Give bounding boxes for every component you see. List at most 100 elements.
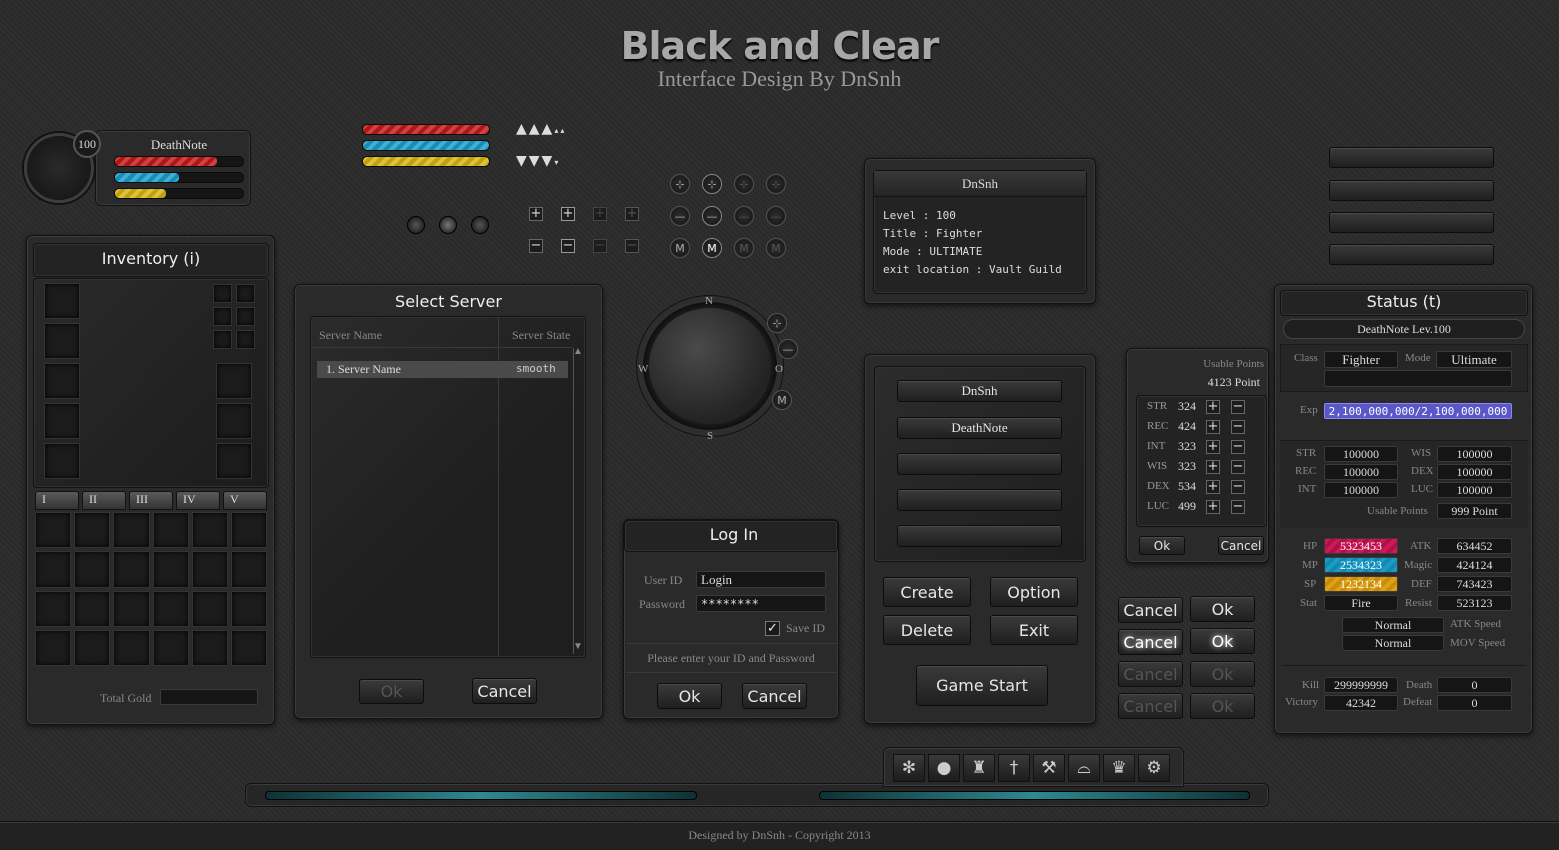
login-ok-button[interactable]: Ok [657, 683, 722, 709]
ok-button-pressed[interactable]: Ok [1190, 693, 1255, 719]
zoom-out-icon[interactable]: — [702, 206, 722, 226]
game-start-button[interactable]: Game Start [916, 665, 1048, 706]
server-ok-button[interactable]: Ok [359, 679, 424, 704]
option-button[interactable]: Option [990, 577, 1078, 607]
inventory-tab-1[interactable]: I [35, 491, 79, 510]
delete-button[interactable]: Delete [883, 615, 971, 645]
equip-slot-shield[interactable] [216, 403, 252, 439]
stat-minus-button[interactable]: − [1231, 440, 1245, 454]
bag-slot[interactable] [74, 590, 111, 627]
sword-icon[interactable]: † [998, 754, 1030, 782]
hammer-icon[interactable]: ⚒ [1033, 754, 1065, 782]
bag-slot[interactable] [35, 629, 72, 666]
stat-minus-button[interactable]: − [1231, 500, 1245, 514]
bag-slot[interactable] [191, 551, 228, 588]
stat-minus-button[interactable]: − [1231, 420, 1245, 434]
equip-slot-weapon[interactable] [216, 363, 252, 399]
empty-bar-3[interactable] [1329, 212, 1494, 233]
password-input[interactable]: ******** [696, 595, 826, 612]
minus-button-2[interactable]: − [561, 239, 575, 253]
minus-button-4[interactable]: − [625, 239, 639, 253]
equip-slot-acc4[interactable] [236, 330, 255, 349]
minus-button-3[interactable]: − [593, 239, 607, 253]
bag-slot[interactable] [113, 551, 150, 588]
bag-slot[interactable] [74, 551, 111, 588]
gear-icon[interactable]: ⚙ [1138, 754, 1170, 782]
arrow-up-icons[interactable]: ▲▲▲▴▴ [516, 121, 566, 137]
bag-slot[interactable] [191, 590, 228, 627]
bag-slot[interactable] [113, 590, 150, 627]
knob-2[interactable] [439, 216, 457, 234]
server-scrollbar[interactable] [573, 348, 581, 654]
stat-plus-button[interactable]: + [1206, 480, 1220, 494]
bag-slot[interactable] [74, 629, 111, 666]
inventory-tab-4[interactable]: IV [176, 491, 220, 510]
bag-slot[interactable] [191, 629, 228, 666]
map-button[interactable]: M [766, 238, 786, 258]
equip-slot-boots[interactable] [44, 443, 80, 479]
bag-slot[interactable] [191, 512, 228, 549]
create-button[interactable]: Create [883, 577, 971, 607]
map-button[interactable]: M [734, 238, 754, 258]
arrow-down-icons[interactable]: ▼▼▼▾ [516, 153, 560, 169]
zoom-in-icon[interactable]: ⊹ [670, 174, 690, 194]
bag-slot[interactable] [230, 629, 267, 666]
stat-plus-button[interactable]: + [1206, 420, 1220, 434]
equip-slot-helmet[interactable] [44, 283, 80, 319]
character-slot-1[interactable]: DnSnh [897, 380, 1062, 402]
knob-3[interactable] [471, 216, 489, 234]
empty-bar-4[interactable] [1329, 244, 1494, 265]
stat-minus-button[interactable]: − [1231, 400, 1245, 414]
scroll-down-icon[interactable]: ▼ [573, 641, 583, 652]
user-id-input[interactable]: Login [696, 571, 826, 588]
scroll-up-icon[interactable]: ▲ [573, 346, 583, 357]
equip-slot-ring1[interactable] [213, 284, 232, 303]
bag-slot[interactable] [152, 629, 189, 666]
plus-button-1[interactable]: + [529, 207, 543, 221]
inventory-tab-5[interactable]: V [223, 491, 267, 510]
bag-slot[interactable] [152, 551, 189, 588]
equip-slot-acc1[interactable] [213, 307, 232, 326]
book-icon[interactable]: ⌓ [1068, 754, 1100, 782]
head-icon[interactable]: ● [928, 754, 960, 782]
minus-button-1[interactable]: − [529, 239, 543, 253]
zoom-in-icon[interactable]: ⊹ [766, 174, 786, 194]
minimap-map-button[interactable]: M [772, 390, 792, 410]
bag-slot[interactable] [113, 629, 150, 666]
bag-slot[interactable] [230, 590, 267, 627]
ok-button-normal[interactable]: Ok [1190, 596, 1255, 622]
map-button[interactable]: M [702, 238, 722, 258]
zoom-out-icon[interactable]: — [670, 206, 690, 226]
ok-button-disabled[interactable]: Ok [1190, 661, 1255, 687]
zoom-out-icon[interactable]: — [766, 206, 786, 226]
zoom-in-icon[interactable]: ⊹ [734, 174, 754, 194]
plus-button-4[interactable]: + [625, 207, 639, 221]
stat-plus-button[interactable]: + [1206, 500, 1220, 514]
bag-slot[interactable] [35, 551, 72, 588]
bag-slot[interactable] [152, 512, 189, 549]
minimap-zoom-out-icon[interactable]: — [778, 339, 798, 359]
ok-button-hover[interactable]: Ok [1190, 628, 1255, 654]
cancel-button-pressed[interactable]: Cancel [1118, 693, 1183, 719]
points-ok-button[interactable]: Ok [1139, 536, 1185, 555]
inventory-tab-2[interactable]: II [82, 491, 126, 510]
equip-slot-acc2[interactable] [236, 307, 255, 326]
stat-minus-button[interactable]: − [1231, 460, 1245, 474]
equip-slot-acc3[interactable] [213, 330, 232, 349]
equip-slot-cape[interactable] [216, 443, 252, 479]
zoom-in-icon[interactable]: ⊹ [702, 174, 722, 194]
bag-slot[interactable] [230, 551, 267, 588]
save-id-checkbox[interactable]: ✓ [765, 621, 780, 636]
bag-slot[interactable] [35, 590, 72, 627]
stat-plus-button[interactable]: + [1206, 460, 1220, 474]
equip-slot-armor[interactable] [44, 323, 80, 359]
stat-plus-button[interactable]: + [1206, 400, 1220, 414]
bag-slot[interactable] [230, 512, 267, 549]
map-button[interactable]: M [670, 238, 690, 258]
character-icon[interactable]: ✻ [893, 754, 925, 782]
character-slot-5[interactable] [897, 525, 1062, 547]
exit-button[interactable]: Exit [990, 615, 1078, 645]
bag-slot[interactable] [35, 512, 72, 549]
equip-slot-ring2[interactable] [236, 284, 255, 303]
empty-bar-2[interactable] [1329, 180, 1494, 201]
